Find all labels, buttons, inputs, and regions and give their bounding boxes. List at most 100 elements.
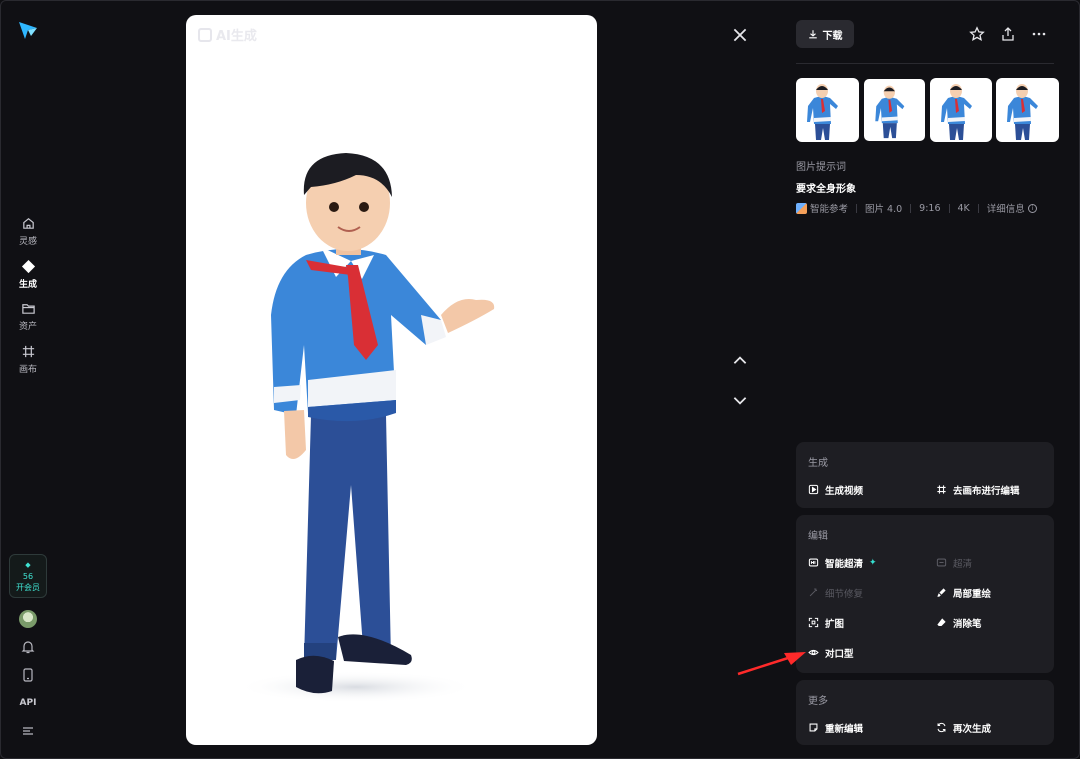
regenerate-button[interactable]: 再次生成: [936, 721, 1054, 735]
prompt-text: 要求全身形象: [796, 184, 856, 195]
generate-section: 生成 生成视频 去画布进行编辑: [796, 442, 1054, 508]
action-label: 重新编辑: [825, 723, 864, 735]
play-icon: [808, 484, 819, 495]
thumbnail-image: [940, 84, 972, 140]
sidebar: 灵感 生成 资产 画布 ◆ 56 开会员 API: [1, 1, 55, 758]
action-label: 再次生成: [953, 723, 992, 735]
download-icon: [808, 30, 817, 39]
action-label: 扩图: [825, 618, 845, 630]
action-label: 去画布进行编辑: [953, 485, 1020, 497]
details-link[interactable]: 详细信息: [987, 201, 1025, 215]
bell-icon[interactable]: [20, 639, 36, 655]
action-label: 智能超清: [825, 558, 864, 570]
magic-wand-icon: [809, 588, 817, 597]
thumbnail-1[interactable]: [796, 78, 859, 142]
more-section: 更多 重新编辑 再次生成: [796, 680, 1054, 745]
diamond-icon: ◆: [25, 560, 31, 569]
thumbnail-3[interactable]: [929, 78, 993, 142]
home-icon: [22, 218, 34, 229]
chevron-down-icon[interactable]: [731, 391, 749, 409]
avatar[interactable]: [19, 610, 37, 628]
meta-row: 智能参考 图片 4.0 9:16 4K 详细信息 i: [796, 201, 1037, 215]
chevron-up-icon[interactable]: [731, 352, 749, 370]
lip-sync-button[interactable]: 对口型: [808, 646, 936, 660]
thumbnail-image: [875, 85, 905, 139]
star-icon[interactable]: [969, 26, 985, 42]
meta-model: 图片 4.0: [865, 204, 903, 215]
download-button[interactable]: 下载: [796, 20, 854, 48]
separator: [948, 203, 950, 213]
reference-icon: [796, 202, 807, 214]
hd-icon: [808, 558, 819, 567]
phone-icon[interactable]: [20, 667, 36, 683]
meta-reference: 智能参考: [810, 204, 849, 215]
grid-icon: [22, 345, 34, 358]
separator: [977, 203, 979, 213]
sidebar-item-label: 资产: [18, 322, 37, 332]
upscale-button: 超清: [936, 556, 1054, 570]
share-icon[interactable]: [1000, 26, 1016, 42]
outpaint-button[interactable]: 扩图: [808, 616, 936, 630]
app-logo-icon[interactable]: [17, 19, 39, 41]
api-link[interactable]: API: [1, 698, 55, 708]
generated-image: AI生成: [186, 15, 597, 745]
action-label: 超清: [953, 558, 973, 570]
section-title: 编辑: [808, 531, 828, 542]
separator: [856, 203, 858, 213]
app-window: 灵感 生成 资产 画布 ◆ 56 开会员 API AI生成 下载 图片提示词 要…: [0, 0, 1080, 759]
sidebar-item-generate[interactable]: 生成: [5, 259, 51, 299]
detail-panel: 下载 图片提示词 要求全身形象 智能参考 图片 4.0 9:16 4K 详细信息…: [796, 1, 1060, 758]
hd-icon: [936, 558, 947, 567]
edit-section: 编辑 智能超清 ✦ 超清 细节修复 局部重绘 扩图 消除笔 对口型: [796, 515, 1054, 673]
section-title: 更多: [808, 696, 828, 707]
thumbnail-strip: [796, 78, 1060, 142]
brush-icon: [937, 588, 946, 597]
diamond-icon: [21, 259, 35, 274]
info-icon[interactable]: i: [1027, 203, 1037, 213]
action-label: 对口型: [825, 648, 854, 660]
thumbnail-image: [1007, 84, 1039, 140]
grid-icon: [937, 485, 946, 494]
section-title: 生成: [808, 458, 828, 469]
sidebar-item-inspiration[interactable]: 灵感: [5, 216, 51, 256]
eraser-button[interactable]: 消除笔: [936, 616, 1054, 630]
sidebar-item-label: 灵感: [18, 237, 37, 247]
action-label: 生成视频: [825, 485, 864, 497]
divider: [796, 63, 1054, 64]
menu-icon[interactable]: [20, 723, 36, 739]
action-label: 消除笔: [953, 618, 982, 630]
vip-button[interactable]: ◆ 56 开会员: [9, 554, 47, 598]
refresh-icon: [937, 722, 946, 733]
thumbnail-4[interactable]: [996, 78, 1060, 142]
coin-count: 56: [22, 571, 34, 581]
generate-video-button[interactable]: 生成视频: [808, 483, 936, 497]
smart-upscale-button[interactable]: 智能超清 ✦: [808, 556, 936, 570]
ai-watermark: AI生成: [198, 25, 257, 44]
annotation-arrow-icon: [737, 652, 806, 676]
boy-character-illustration: [236, 153, 495, 703]
watermark-text: AI生成: [216, 29, 257, 44]
separator: [910, 203, 912, 213]
expand-icon: [808, 617, 819, 628]
eraser-icon: [937, 618, 946, 626]
inpaint-button[interactable]: 局部重绘: [936, 586, 1054, 600]
download-label: 下载: [822, 30, 843, 42]
meta-resolution: 4K: [957, 202, 970, 214]
edit-icon: [809, 723, 818, 732]
close-icon[interactable]: [731, 26, 749, 44]
thumbnail-2[interactable]: [862, 78, 926, 142]
ai-watermark-icon: [198, 27, 212, 42]
thumbnail-image: [807, 84, 838, 140]
prompt-label: 图片提示词: [796, 162, 846, 173]
sidebar-item-assets[interactable]: 资产: [5, 301, 51, 341]
sidebar-item-label: 画布: [18, 365, 37, 375]
sparkle-icon: ✦: [869, 557, 877, 568]
folder-icon: [21, 304, 35, 314]
detail-repair-button: 细节修复: [808, 586, 936, 600]
more-icon[interactable]: [1031, 26, 1047, 42]
sidebar-item-canvas[interactable]: 画布: [5, 344, 51, 384]
re-edit-button[interactable]: 重新编辑: [808, 721, 936, 735]
action-label: 细节修复: [825, 588, 864, 600]
edit-on-canvas-button[interactable]: 去画布进行编辑: [936, 483, 1054, 497]
sidebar-item-label: 生成: [18, 280, 37, 290]
